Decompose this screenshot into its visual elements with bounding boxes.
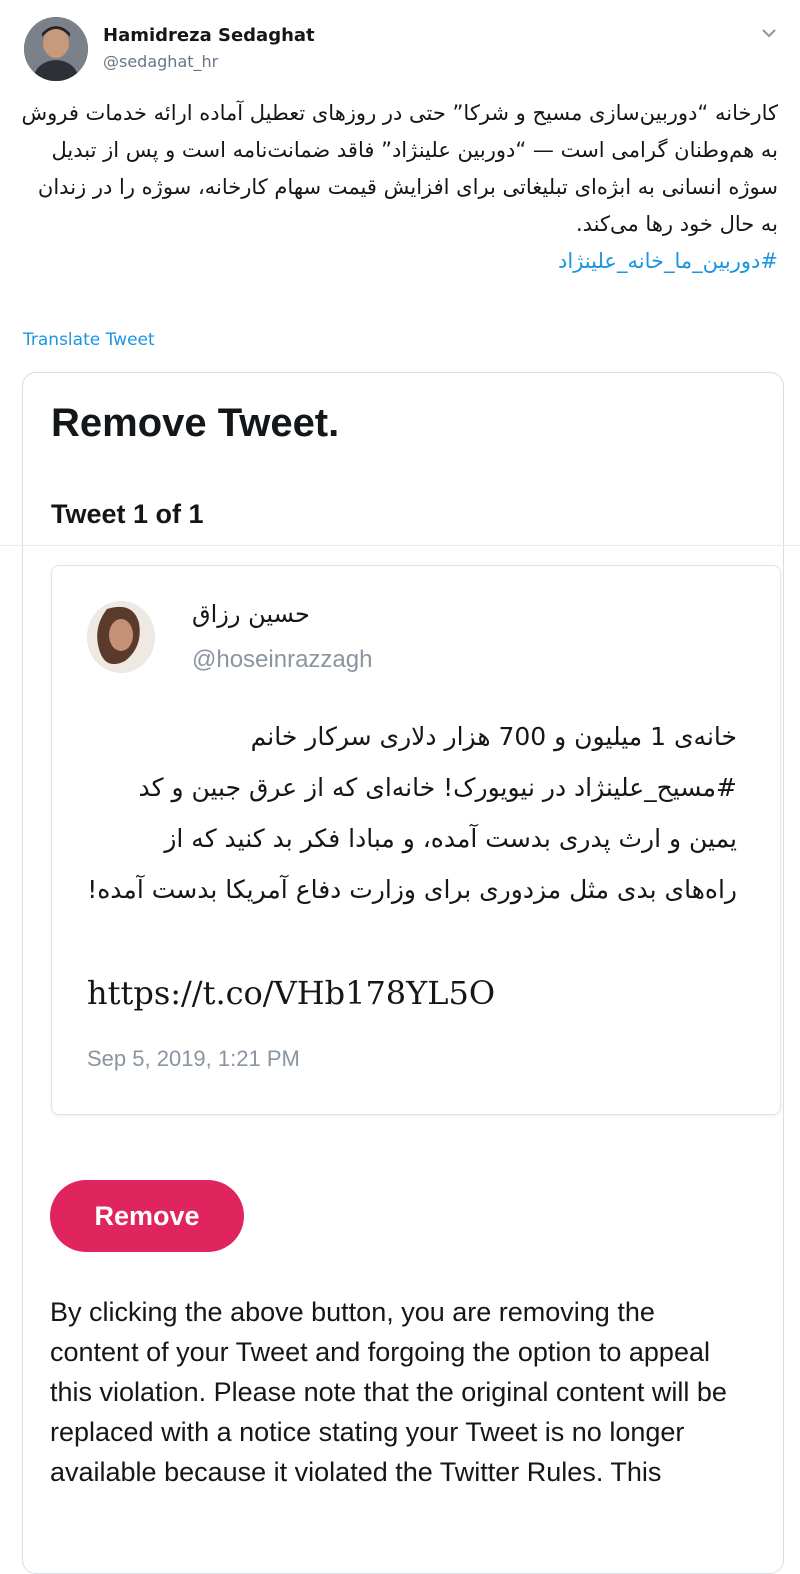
quoted-author-handle[interactable]: @hoseinrazzagh: [192, 646, 372, 674]
avatar[interactable]: [24, 17, 88, 81]
tweet-text: کارخانه “دوربین‌سازی مسیح و شرکا” حتی در…: [18, 95, 778, 280]
dialog-title: Remove Tweet.: [51, 401, 340, 445]
quoted-tweet-link[interactable]: https://t.co/VHb178YL5O: [87, 974, 495, 1012]
tweet-count-label: Tweet 1 of 1: [51, 499, 204, 529]
author-name[interactable]: Hamidreza Sedaghat: [103, 25, 315, 46]
chevron-down-icon[interactable]: [758, 22, 780, 44]
tweet-hashtag[interactable]: #دوربین_ما_خانه_علینژاد: [18, 243, 778, 280]
translate-tweet-link[interactable]: Translate Tweet: [23, 330, 155, 350]
quoted-tweet-text: خانه‌ی 1 میلیون و 700 هزار دلاری سرکار خ…: [87, 722, 737, 904]
tweet-body: کارخانه “دوربین‌سازی مسیح و شرکا” حتی در…: [21, 101, 778, 236]
quoted-avatar[interactable]: [87, 601, 155, 673]
tweet-header: Hamidreza Sedaghat @sedaghat_hr: [0, 0, 800, 90]
quoted-tweet-card: حسین رزاق @hoseinrazzagh خانه‌ی 1 میلیون…: [51, 565, 781, 1115]
author-handle[interactable]: @sedaghat_hr: [103, 52, 218, 71]
quoted-tweet-date: Sep 5, 2019, 1:21 PM: [87, 1046, 300, 1071]
quoted-profile-photo: [87, 601, 155, 673]
quoted-author-name[interactable]: حسین رزاق: [192, 600, 310, 628]
removal-notice: By clicking the above button, you are re…: [50, 1297, 727, 1487]
profile-photo: [24, 17, 88, 81]
divider: [0, 545, 800, 546]
remove-button[interactable]: Remove: [50, 1180, 244, 1252]
